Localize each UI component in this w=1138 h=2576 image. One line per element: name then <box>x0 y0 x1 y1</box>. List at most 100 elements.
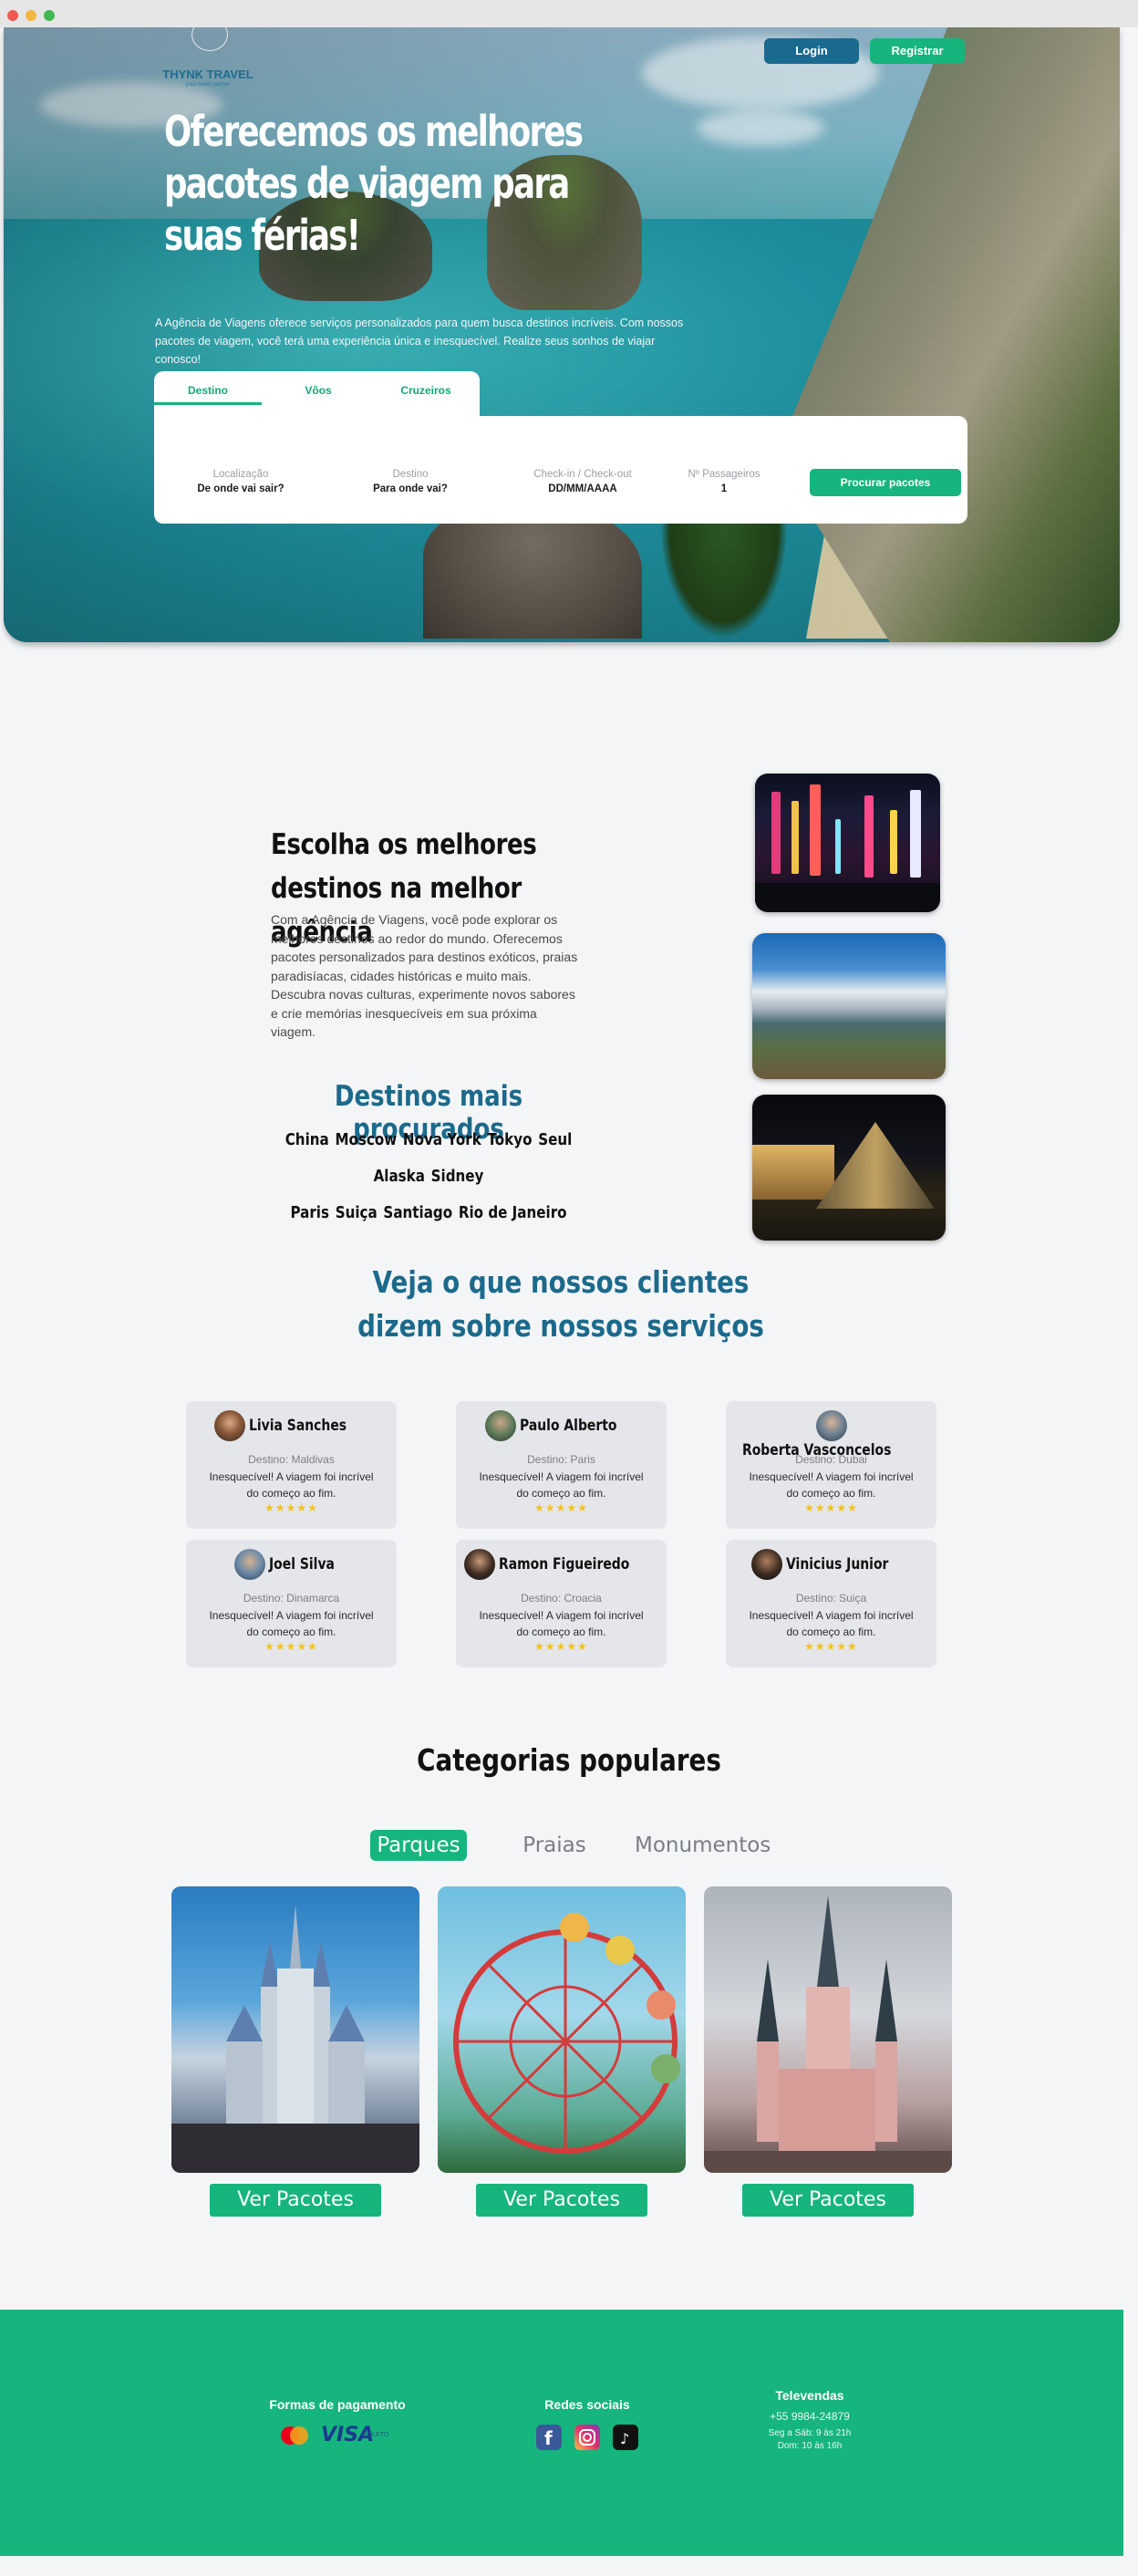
rating-stars: ★★★★★ <box>534 1640 588 1653</box>
location-label: Localização <box>212 469 269 480</box>
register-button[interactable]: Registrar <box>870 38 965 64</box>
browser-chrome <box>0 0 1138 27</box>
active-tab-indicator <box>154 402 262 405</box>
testimonial-card: Joel Silva Destino: Dinamarca Inesquecív… <box>186 1540 397 1667</box>
see-packages-button[interactable]: Ver Pacotes <box>476 2184 647 2217</box>
page: THYNK TRAVEL your travel partner Login R… <box>0 27 1138 2576</box>
tab-monumentos[interactable]: Monumentos <box>635 1830 771 1861</box>
dates-value[interactable]: DD/MM/AAAA <box>491 483 674 494</box>
paris-photo <box>752 1095 946 1241</box>
fantasy-castle-photo <box>704 1886 952 2173</box>
popular-destination-link[interactable]: Santiago <box>383 1195 452 1231</box>
location-value[interactable]: De onde vai sair? <box>172 483 309 494</box>
popular-destination-link[interactable]: Seul <box>538 1122 572 1158</box>
rating-stars: ★★★★★ <box>534 1501 588 1514</box>
rating-stars: ★★★★★ <box>264 1501 318 1514</box>
testimonial-text: Inesquecível! A viagem foi incrível do c… <box>749 1609 914 1638</box>
destination-label: Destino <box>392 469 429 480</box>
testimonial-card: Roberta Vasconcelos Destino: Dubai Inesq… <box>726 1401 936 1529</box>
testimonial-text: Inesquecível! A viagem foi incrível do c… <box>209 1470 374 1500</box>
tab-parques[interactable]: Parques <box>370 1830 467 1861</box>
avatar <box>484 1410 516 1441</box>
disney-castle-photo <box>171 1886 419 2173</box>
testimonial-destination: Destino: Dinamarca <box>243 1592 340 1605</box>
destination-field[interactable]: Destino Para onde vai? <box>342 469 479 494</box>
passengers-field[interactable]: Nº Passageiros 1 <box>656 469 792 494</box>
mastercard-icon <box>279 2423 310 2448</box>
popular-destination-link[interactable]: Moscow <box>335 1122 397 1158</box>
tokyo-photo <box>755 774 940 912</box>
footer: Formas de pagamento VISA BOLETO Redes so… <box>0 2310 1123 2556</box>
location-field[interactable]: Localização De onde vai sair? <box>172 469 309 494</box>
testimonial-text: Inesquecível! A viagem foi incrível do c… <box>209 1609 374 1638</box>
tab-destino[interactable]: Destino <box>162 384 253 397</box>
svg-text:♪: ♪ <box>620 2430 629 2447</box>
tab-cruzeiros[interactable]: Cruzeiros <box>380 384 471 397</box>
popular-destination-link[interactable]: Sidney <box>431 1158 484 1194</box>
rating-stars: ★★★★★ <box>804 1501 858 1514</box>
phone-number[interactable]: +55 9984-24879 <box>719 2410 901 2423</box>
rating-stars: ★★★★★ <box>264 1640 318 1653</box>
boleto-icon: BOLETO <box>363 2432 389 2438</box>
facebook-icon[interactable]: f <box>536 2425 562 2450</box>
search-tabs: Destino Vôos Cruzeiros <box>154 371 480 422</box>
globe-icon <box>191 27 228 51</box>
testimonial-text: Inesquecível! A viagem foi incrível do c… <box>479 1609 644 1638</box>
tab-praias[interactable]: Praias <box>518 1830 591 1861</box>
testimonial-destination: Destino: Croacia <box>521 1592 602 1605</box>
avatar <box>750 1549 782 1580</box>
testimonial-name: Paulo Alberto <box>519 1417 617 1435</box>
maximize-window-dot[interactable] <box>44 10 55 21</box>
testimonial-name: Livia Sanches <box>249 1417 347 1435</box>
hours-sunday: Dom: 10 às 16h <box>777 2441 843 2451</box>
alaska-photo <box>752 933 946 1079</box>
tiktok-icon[interactable]: ♪ <box>613 2425 638 2450</box>
close-window-dot[interactable] <box>7 10 18 21</box>
social-title: Redes sociais <box>544 2397 630 2412</box>
testimonial-name: Joel Silva <box>268 1555 335 1574</box>
popular-destination-link[interactable]: Suiça <box>336 1195 378 1231</box>
testimonial-card: Ramon Figueiredo Destino: Croacia Inesqu… <box>456 1540 667 1667</box>
dates-field[interactable]: Check-in / Check-out DD/MM/AAAA <box>491 469 674 494</box>
testimonial-card: Vinicius Junior Destino: Suiça Inesquecí… <box>726 1540 936 1667</box>
payment-methods-title: Formas de pagamento <box>269 2397 406 2412</box>
instagram-icon[interactable] <box>574 2425 600 2450</box>
testimonial-card: Livia Sanches Destino: Maldivas Inesquec… <box>186 1401 397 1529</box>
login-button[interactable]: Login <box>764 38 859 64</box>
testimonial-destination: Destino: Dubai <box>795 1453 867 1466</box>
passengers-value[interactable]: 1 <box>656 483 792 494</box>
testimonial-destination: Destino: Paris <box>527 1453 595 1466</box>
popular-destination-link[interactable]: China <box>285 1122 329 1158</box>
svg-text:f: f <box>544 2427 553 2449</box>
testimonials-title: Veja o que nossos clientes dizem sobre n… <box>357 1264 764 1344</box>
avatar <box>214 1410 246 1441</box>
minimize-window-dot[interactable] <box>26 10 36 21</box>
categories-title: Categorias populares <box>417 1742 721 1778</box>
tab-voos[interactable]: Vôos <box>273 384 364 397</box>
testimonial-name: Ramon Figueiredo <box>499 1555 630 1574</box>
brand-logo[interactable]: THYNK TRAVEL your travel partner <box>162 27 253 91</box>
see-packages-button[interactable]: Ver Pacotes <box>742 2184 914 2217</box>
destination-value[interactable]: Para onde vai? <box>342 483 479 494</box>
popular-destination-link[interactable]: Rio de Janeiro <box>459 1195 567 1231</box>
testimonial-destination: Destino: Suiça <box>795 1592 867 1605</box>
popular-destination-link[interactable]: Paris <box>290 1195 329 1231</box>
popular-destination-link[interactable]: Nova York <box>403 1122 481 1158</box>
avatar <box>464 1549 496 1580</box>
testimonial-text: Inesquecível! A viagem foi incrível do c… <box>479 1470 644 1500</box>
destinations-text: Com a Agência de Viagens, você pode expl… <box>271 912 578 1039</box>
hero-description: A Agência de Viagens oferece serviços pe… <box>155 317 684 366</box>
hours-week: Seg a Sáb: 9 às 21h <box>768 2428 852 2438</box>
popular-destination-link[interactable]: Tokyo <box>487 1122 532 1158</box>
sales-title: Televendas <box>775 2388 844 2403</box>
testimonial-name: Vinicius Junior <box>785 1555 889 1574</box>
rating-stars: ★★★★★ <box>804 1640 858 1653</box>
brand-tagline: your travel partner <box>185 82 231 88</box>
see-packages-button[interactable]: Ver Pacotes <box>210 2184 381 2217</box>
avatar <box>233 1549 265 1580</box>
avatar <box>815 1410 847 1441</box>
search-packages-button[interactable]: Procurar pacotes <box>810 469 961 496</box>
testimonial-card: Paulo Alberto Destino: Paris Inesquecíve… <box>456 1401 667 1529</box>
popular-destination-link[interactable]: Alaska <box>374 1158 425 1194</box>
passengers-label: Nº Passageiros <box>688 469 760 480</box>
